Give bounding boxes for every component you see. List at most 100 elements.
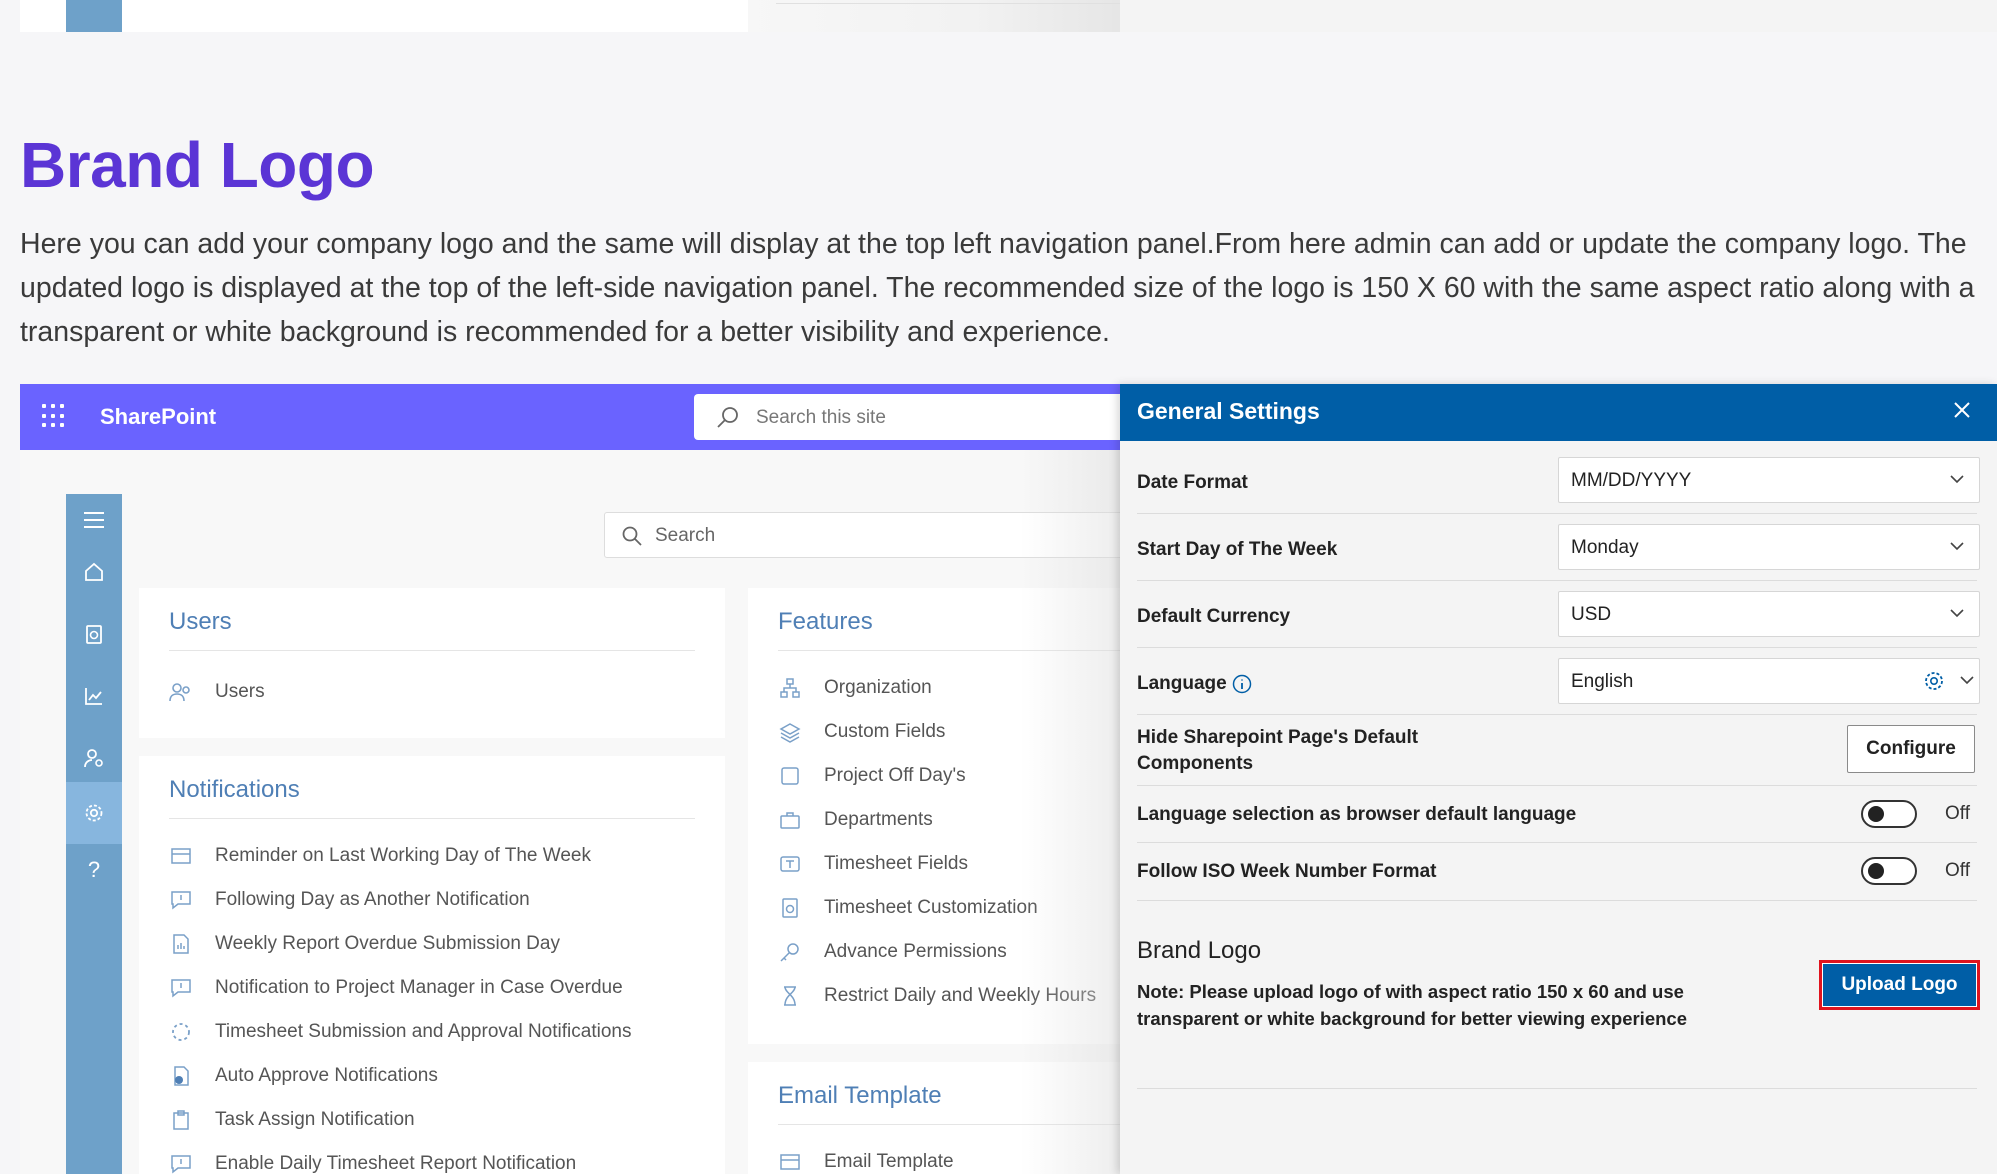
list-item-label: Timesheet Customization [824, 897, 1038, 918]
date-format-dropdown[interactable]: MM/DD/YYYY [1558, 457, 1980, 503]
email-template-card-title: Email Template [778, 1082, 942, 1109]
notifications-card: Notifications Reminder on Last Working D… [139, 756, 725, 1174]
currency-value: USD [1571, 604, 1612, 625]
message-icon [169, 888, 193, 912]
clipboard-icon [169, 1108, 193, 1132]
approve-icon [169, 1064, 193, 1088]
configure-button[interactable]: Configure [1847, 725, 1975, 773]
left-navigation-rail: ? [66, 494, 122, 1174]
list-item-label: Task Assign Notification [215, 1109, 415, 1130]
previous-screenshot-strip [20, 0, 748, 32]
brand-logo-note: Note: Please upload logo of with aspect … [1137, 981, 1687, 1029]
browser-language-state: Off [1945, 803, 1970, 824]
menu-icon[interactable] [66, 494, 122, 546]
start-day-value: Monday [1571, 537, 1639, 558]
spinner-icon [169, 1020, 193, 1044]
list-item[interactable]: Timesheet Customization [778, 894, 1038, 922]
message-icon [169, 1152, 193, 1174]
home-icon[interactable] [66, 546, 122, 598]
list-item[interactable]: Timesheet Fields [778, 850, 968, 878]
timesheet-icon[interactable] [66, 608, 122, 660]
brand-logo-heading: Brand Logo [1137, 937, 1262, 964]
currency-dropdown[interactable]: USD [1558, 591, 1980, 637]
date-format-label: Date Format [1137, 472, 1248, 493]
site-search-box[interactable]: Search this site [694, 394, 1154, 440]
start-day-row: Start Day of The Week Monday [1137, 514, 1980, 581]
list-item-label: Weekly Report Overdue Submission Day [215, 933, 560, 954]
features-card-title: Features [778, 608, 873, 635]
list-item-label: Advance Permissions [824, 941, 1007, 962]
list-item[interactable]: Timesheet Submission and Approval Notifi… [169, 1018, 631, 1046]
search-icon [717, 407, 738, 428]
start-day-dropdown[interactable]: Monday [1558, 524, 1980, 570]
site-search-placeholder: Search this site [756, 407, 886, 428]
general-settings-panel: General Settings Date Format MM/DD/YYYY … [1120, 384, 1997, 1174]
iso-week-label: Follow ISO Week Number Format [1137, 861, 1437, 882]
reminder-icon [169, 844, 193, 868]
list-item[interactable]: Project Off Day's [778, 762, 966, 790]
list-item[interactable]: Enable Daily Timesheet Report Notificati… [169, 1150, 576, 1174]
upload-logo-button[interactable]: Upload Logo [1822, 963, 1977, 1007]
list-item[interactable]: Organization [778, 674, 932, 702]
browser-language-label: Language selection as browser default la… [1137, 804, 1577, 825]
language-dropdown[interactable]: English [1558, 658, 1980, 704]
gear-icon[interactable] [1923, 670, 1945, 692]
list-item[interactable]: Advance Permissions [778, 938, 1007, 966]
users-icon [169, 680, 193, 704]
email-template-icon [778, 1150, 802, 1174]
iso-week-toggle[interactable] [1861, 857, 1917, 885]
sharepoint-app-name[interactable]: SharePoint [100, 404, 216, 430]
settings-search-placeholder: Search [655, 525, 716, 546]
search-icon [622, 526, 642, 546]
briefcase-icon [778, 808, 802, 832]
page-title: Brand Logo [20, 129, 375, 201]
info-icon[interactable] [1232, 674, 1252, 694]
list-item[interactable]: Email Template [778, 1148, 954, 1174]
layers-icon [778, 720, 802, 744]
list-item[interactable]: Departments [778, 806, 933, 834]
currency-label: Default Currency [1137, 606, 1291, 627]
gear-icon[interactable] [66, 782, 122, 844]
iso-week-state: Off [1945, 860, 1970, 881]
list-item[interactable]: Notification to Project Manager in Case … [169, 974, 623, 1002]
list-item[interactable]: Custom Fields [778, 718, 945, 746]
list-item[interactable]: Users [169, 678, 265, 706]
list-item[interactable]: Reminder on Last Working Day of The Week [169, 842, 591, 870]
list-item-label: Timesheet Fields [824, 853, 968, 874]
user-settings-icon[interactable] [66, 732, 122, 784]
list-item-label: Enable Daily Timesheet Report Notificati… [215, 1153, 577, 1174]
list-item[interactable]: Following Day as Another Notification [169, 886, 530, 914]
browser-language-toggle[interactable] [1861, 800, 1917, 828]
help-icon[interactable]: ? [66, 844, 122, 896]
list-item[interactable]: Task Assign Notification [169, 1106, 415, 1134]
chart-icon[interactable] [66, 670, 122, 722]
chevron-down-icon [1950, 609, 1964, 618]
chevron-down-icon [1960, 676, 1974, 685]
report-icon [169, 932, 193, 956]
app-launcher-icon[interactable] [42, 404, 66, 428]
list-item-label: Departments [824, 809, 933, 830]
list-item[interactable]: Weekly Report Overdue Submission Day [169, 930, 560, 958]
chevron-down-icon [1950, 542, 1964, 551]
close-icon[interactable] [1953, 398, 1971, 426]
list-item-label: Email Template [824, 1151, 954, 1172]
list-item-label: Users [215, 681, 265, 702]
currency-row: Default Currency USD [1137, 581, 1980, 648]
hourglass-icon [778, 984, 802, 1008]
list-item-label: Timesheet Submission and Approval Notifi… [215, 1021, 632, 1042]
list-item-label: Reminder on Last Working Day of The Week [215, 845, 591, 866]
notifications-card-title: Notifications [169, 776, 300, 803]
list-item[interactable]: Auto Approve Notifications [169, 1062, 438, 1090]
hide-components-label: Hide Sharepoint Page's Default Component… [1137, 727, 1419, 774]
rail-strip [66, 0, 122, 32]
start-day-label: Start Day of The Week [1137, 539, 1338, 560]
users-card-title: Users [169, 608, 232, 635]
list-item-label: Auto Approve Notifications [215, 1065, 438, 1086]
iso-week-row: Follow ISO Week Number Format Off [1137, 843, 1977, 901]
text-field-icon [778, 852, 802, 876]
panel-title: General Settings [1137, 398, 1320, 424]
language-label: Language [1137, 673, 1227, 694]
org-chart-icon [778, 676, 802, 700]
language-value: English [1571, 671, 1634, 692]
browser-language-row: Language selection as browser default la… [1137, 786, 1977, 843]
